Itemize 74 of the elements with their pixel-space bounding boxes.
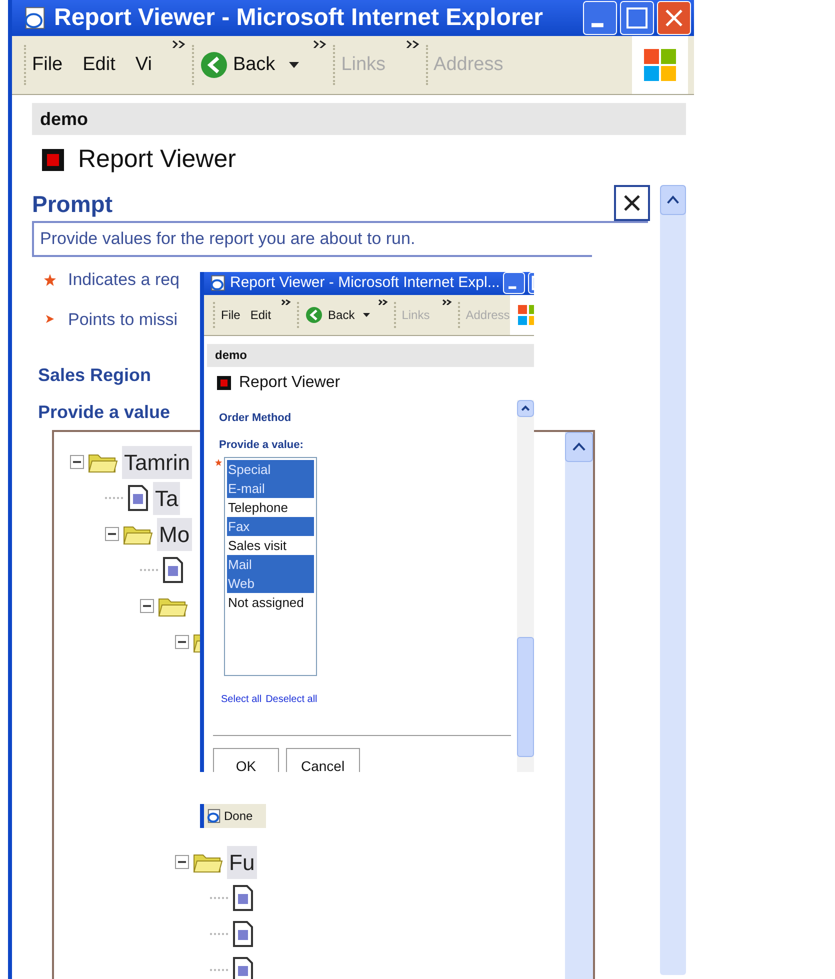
menu-item[interactable]: Edit	[82, 50, 116, 80]
link[interactable]: Deselect all	[266, 692, 318, 706]
windows-logo-icon	[516, 302, 534, 326]
asterisk-icon	[215, 458, 222, 466]
list-box[interactable]: Special E-mail Telephone Fax Sales visit Mail Web Not assigned	[224, 456, 317, 676]
prompt-heading: Prompt	[32, 190, 112, 219]
page-title: Report Viewer	[239, 372, 340, 392]
menu-item[interactable]: Edit	[250, 306, 272, 324]
list-option[interactable]: Mail	[227, 554, 314, 574]
dialog-button[interactable]: OK	[213, 748, 279, 772]
back-button[interactable]: Back	[200, 50, 276, 80]
windows-logo-icon	[642, 47, 678, 83]
chevron-icon[interactable]	[172, 40, 186, 48]
caret-icon[interactable]	[362, 312, 370, 316]
tree-item-label[interactable]: Ta	[153, 482, 180, 514]
status-text: Done	[224, 808, 253, 825]
menu-item[interactable]: File	[221, 306, 240, 324]
section-heading: Sales Region	[38, 364, 152, 387]
tree-item-label[interactable]: Tamrin	[122, 446, 192, 478]
chevron-icon[interactable]	[378, 298, 388, 304]
maximize-icon[interactable]	[620, 1, 654, 35]
scrollbar[interactable]	[660, 185, 686, 975]
page-title: Report Viewer	[78, 144, 236, 176]
field-label: Order Method	[219, 410, 292, 426]
scroll-thumb[interactable]	[517, 636, 534, 756]
list-option[interactable]: Web	[227, 574, 314, 592]
list-option[interactable]: Not assigned	[227, 592, 314, 612]
chevron-icon[interactable]	[281, 298, 292, 304]
collapse-icon[interactable]	[70, 455, 84, 469]
chevron-icon[interactable]	[442, 298, 452, 304]
asterisk-icon	[44, 274, 56, 286]
app-icon	[42, 149, 64, 171]
link[interactable]: Select all	[221, 692, 262, 706]
scroll-up-icon[interactable]	[565, 432, 593, 462]
minimize-icon[interactable]	[502, 272, 525, 294]
list-option[interactable]: Telephone	[227, 498, 314, 516]
caret-icon[interactable]	[289, 62, 300, 68]
list-option[interactable]: Special	[227, 460, 314, 478]
list-option[interactable]: Fax	[227, 516, 314, 536]
field-label: Provide a value:	[219, 438, 304, 453]
back-button[interactable]: Back	[305, 306, 355, 324]
minimize-icon[interactable]	[583, 1, 617, 35]
dialog-button[interactable]: Cancel	[286, 748, 360, 772]
browser-page-icon	[209, 274, 227, 292]
prompt-description: Provide values for the report you are about to run.	[40, 228, 416, 250]
chevron-icon[interactable]	[313, 40, 328, 48]
collapse-icon[interactable]	[140, 599, 154, 613]
scroll-up-icon[interactable]	[517, 400, 534, 416]
page-header: demo	[207, 344, 534, 366]
document-icon	[232, 921, 254, 947]
tree-item-label[interactable]: Fu	[227, 846, 257, 878]
note-text: Points to missi	[68, 308, 178, 330]
collapse-icon[interactable]	[175, 855, 189, 869]
chevron-icon[interactable]	[406, 40, 420, 48]
browser-page-icon	[206, 808, 222, 824]
window-title: Report Viewer - Microsoft Internet Explorer	[54, 3, 543, 33]
document-icon	[162, 557, 184, 583]
list-option[interactable]: E-mail	[227, 478, 314, 498]
close-icon[interactable]	[614, 185, 650, 221]
document-icon	[127, 485, 149, 511]
collapse-icon[interactable]	[105, 527, 119, 541]
menu-item[interactable]: Vi	[135, 50, 152, 80]
field-label: Provide a value	[38, 401, 170, 424]
collapse-icon[interactable]	[175, 635, 189, 649]
app-icon	[217, 376, 231, 390]
note-text: Indicates a req	[68, 269, 180, 291]
tree-item-label[interactable]: Mo	[157, 518, 192, 550]
page-header: demo	[32, 103, 686, 135]
scrollbar[interactable]	[517, 400, 534, 772]
window-title: Report Viewer - Microsoft Internet Expl...	[230, 273, 500, 293]
document-icon	[232, 885, 254, 911]
menu-item[interactable]: File	[32, 50, 63, 80]
scroll-up-icon[interactable]	[660, 185, 686, 215]
arrow-icon	[44, 313, 56, 326]
